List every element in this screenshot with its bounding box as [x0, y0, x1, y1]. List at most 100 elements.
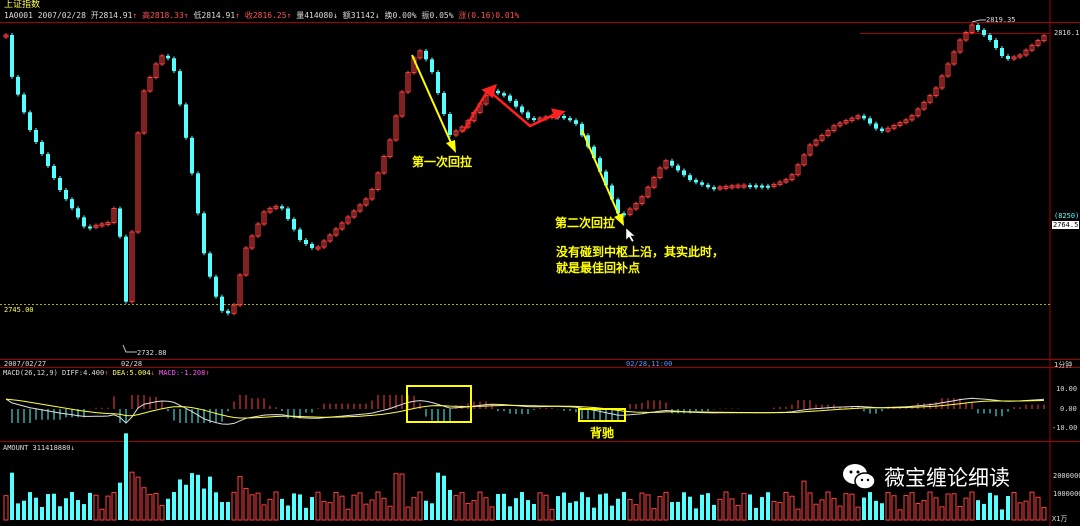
amount-bar: [147, 493, 153, 521]
time-axis-left-date: 2007/02/27: [4, 360, 47, 368]
amount-bar: [754, 507, 758, 520]
amount-bar: [483, 497, 489, 521]
amount-bar: [315, 491, 321, 521]
amount-bar: [795, 508, 801, 521]
watermark-text: 薇宝缠论细读: [884, 466, 1010, 490]
amount-bar: [874, 500, 878, 520]
amount-bar: [933, 497, 939, 521]
amount-bar: [214, 492, 218, 520]
amount-bar: [951, 493, 957, 521]
amount-bar: [592, 507, 596, 520]
amount-label: AMOUNT 311418880: [3, 444, 71, 452]
amount-bar: [22, 500, 26, 520]
amount-bar: [897, 509, 903, 521]
amount-bar: [28, 492, 32, 520]
amount-bar: [514, 498, 518, 520]
macd-header: MACD(26,12,9) DIFF:4.400↑ DEA:5.004↓ MAC…: [3, 369, 210, 377]
watermark: 薇宝缠论细读: [842, 462, 1010, 492]
amount-bar: [729, 498, 735, 521]
annotation-divergence: 背驰: [590, 426, 615, 440]
amount-bar: [196, 474, 200, 520]
amount-bar: [885, 492, 891, 521]
amount-bar: [700, 494, 704, 520]
amount-bar: [93, 494, 99, 521]
amount-bar: [549, 508, 555, 521]
amount-bar: [255, 492, 261, 521]
amount-bar: [891, 495, 897, 521]
amount-bar: [333, 491, 339, 521]
amount-bar: [387, 505, 393, 521]
amount-bar: [1041, 507, 1047, 521]
amount-bar: [676, 501, 680, 520]
amount-bar: [76, 500, 80, 520]
amount-unit: X1万: [1052, 515, 1068, 523]
amount-bar: [1029, 491, 1035, 521]
amount-bar: [489, 506, 495, 521]
amount-bar: [543, 494, 549, 521]
amount-bar: [657, 496, 663, 521]
amount-bar: [855, 506, 861, 521]
amount-bar: [496, 494, 500, 520]
amount-bar: [16, 503, 20, 520]
amount-bar: [537, 492, 543, 521]
amount-bar: [1035, 496, 1041, 521]
amount-bar: [526, 500, 530, 520]
period-label[interactable]: 1分钟: [1054, 360, 1072, 370]
amount-bar: [273, 491, 279, 521]
kline-chart[interactable]: [0, 0, 1080, 526]
amount-bar: [1000, 509, 1004, 520]
amount-bar: [345, 508, 351, 521]
amount-bar: [375, 491, 381, 521]
amount-bar: [748, 494, 752, 520]
amount-bar: [10, 472, 14, 520]
amount-bar: [471, 500, 477, 521]
amount-bar: [766, 492, 770, 520]
amount-bar: [202, 488, 206, 520]
amount-bar: [1011, 492, 1017, 521]
amount-bar: [430, 503, 434, 520]
macd-tick-top: 10.00: [1056, 385, 1078, 393]
red-arrows: [461, 83, 566, 133]
amount-bar: [357, 492, 363, 521]
amount-bar: [405, 506, 411, 521]
amount-header: AMOUNT 311418880↓: [3, 444, 75, 452]
amount-bar: [532, 503, 536, 520]
annotation-first-pullback: 第一次回拉: [412, 155, 473, 169]
amount-bar: [465, 502, 471, 521]
pane-borders: [0, 0, 1080, 526]
amount-bar: [172, 492, 176, 520]
amount-bar: [682, 492, 686, 520]
amount-bar: [459, 492, 465, 521]
amount-bar: [868, 492, 872, 520]
amount-bar: [963, 497, 969, 521]
annotation-second-pullback: 第二次回拉: [555, 216, 616, 230]
amount-bar: [520, 492, 524, 520]
amount-bar: [633, 504, 639, 521]
amount-bar: [369, 499, 375, 521]
amount-bar: [976, 500, 980, 520]
amount-bar: [825, 491, 831, 521]
amount-bar: [351, 494, 357, 521]
amount-bar: [399, 473, 405, 521]
amount-bar: [670, 502, 674, 520]
time-axis-mid-date: 02/28: [121, 360, 143, 368]
amount-bar: [862, 497, 866, 520]
amount-bar: [921, 500, 927, 521]
amount-bar: [610, 505, 614, 520]
amount-bar: [327, 502, 333, 521]
amount-bar: [741, 492, 747, 521]
amount-bar: [580, 492, 584, 520]
wechat-icon: [843, 464, 876, 490]
macd-tick-mid: 0.00: [1060, 405, 1077, 413]
price-axis-code: (8250): [1054, 212, 1080, 220]
amount-bar: [280, 498, 284, 520]
amount-bar: [310, 497, 314, 520]
amount-bar: [292, 493, 296, 520]
amount-bar: [801, 480, 807, 521]
amount-bar: [903, 495, 909, 521]
amount-bar: [969, 491, 975, 521]
amount-bar: [988, 492, 992, 520]
price-axis-current: 2764.5: [1052, 221, 1080, 229]
amount-bar: [40, 506, 44, 520]
amount-bar: [957, 505, 963, 521]
